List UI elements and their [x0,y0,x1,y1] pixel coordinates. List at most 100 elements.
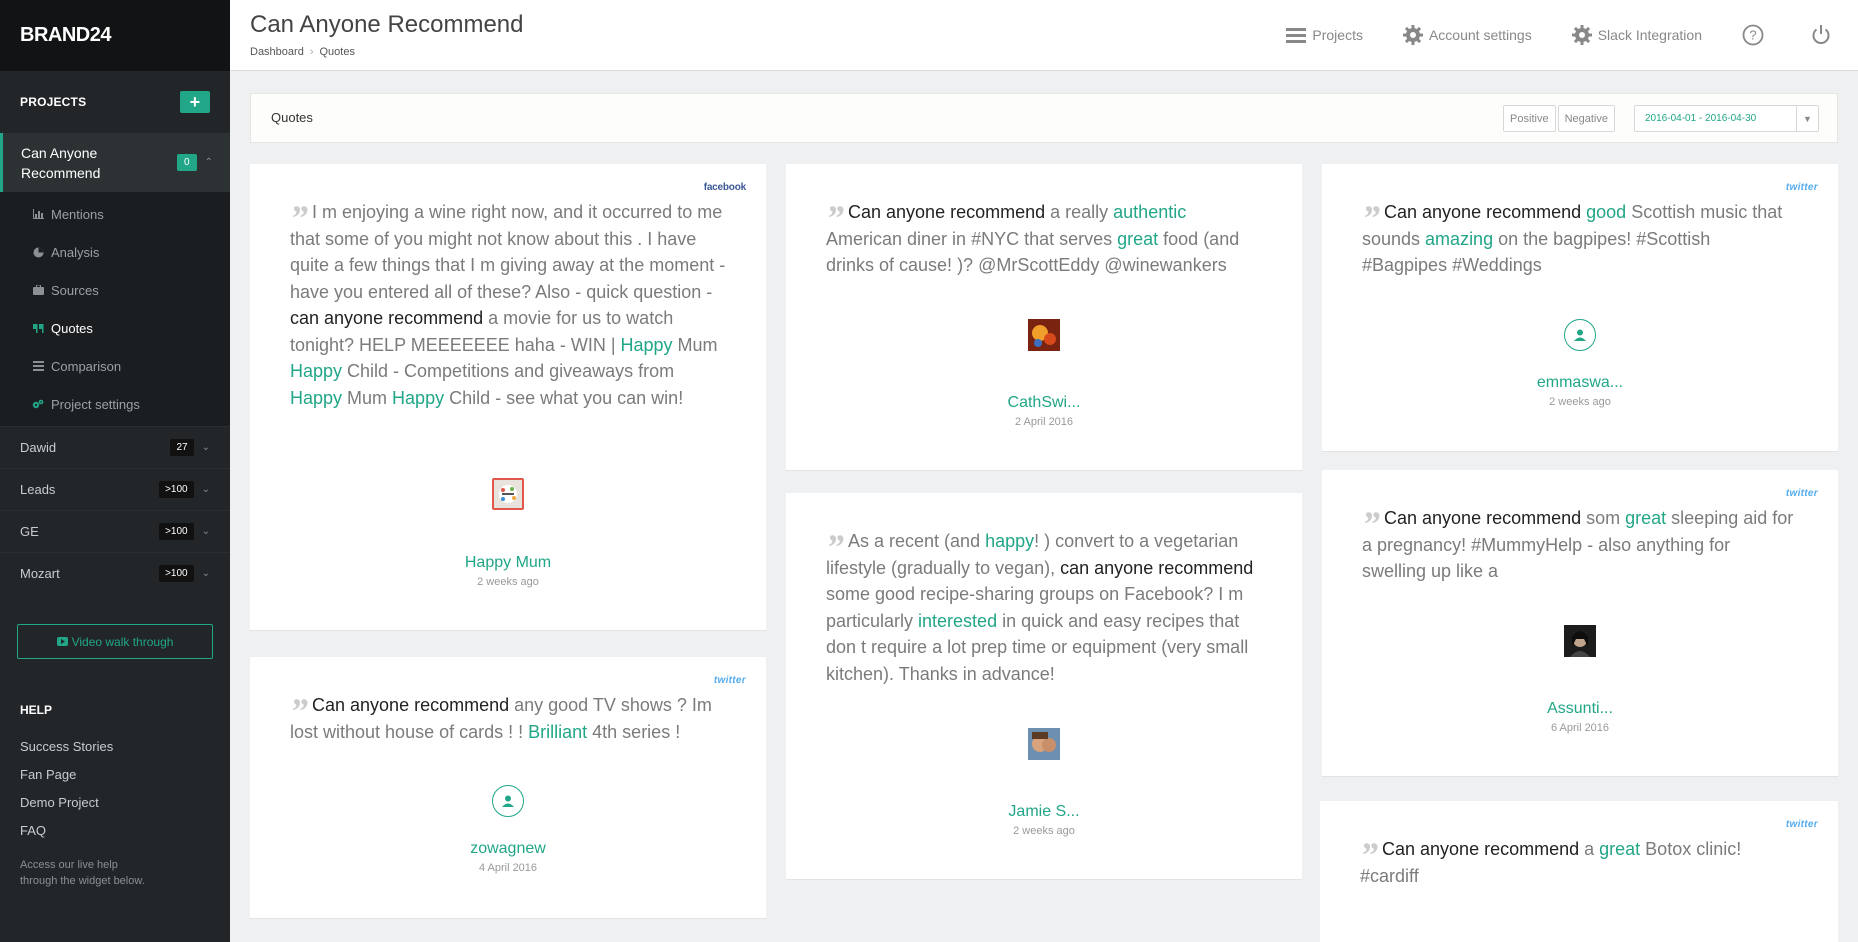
avatar[interactable] [1028,319,1060,351]
keyword-highlight: Can anyone recommend [1384,508,1582,528]
active-project-name: Can Anyone Recommend [21,144,101,181]
positive-filter-button[interactable]: Positive [1503,105,1556,132]
submenu-item-project-settings[interactable]: Project settings [0,385,230,423]
quote-fragment: Child - Competitions and giveaways from [342,361,675,381]
active-project-badge: 0 [177,154,197,171]
twitter-icon[interactable]: twitter [1786,488,1818,499]
sidebar-project-dawid[interactable]: Dawid 27 ⌄ [0,426,230,468]
video-label: Video walk through [71,634,174,649]
quote-author[interactable]: Assunti... [1322,700,1838,718]
help-link-fan-page[interactable]: Fan Page [20,761,210,789]
keyword-highlight: Can anyone recommend [1384,202,1582,222]
help-circle-icon: ? [1742,24,1764,46]
chevron-down-icon[interactable]: ⌄ [202,442,210,453]
submenu-item-sources[interactable]: Sources [0,271,230,309]
project-name: GE [20,524,39,539]
video-walkthrough-button[interactable]: Video walk through [17,624,213,659]
twitter-icon[interactable]: twitter [714,675,746,686]
breadcrumb-quotes[interactable]: Quotes [320,46,355,58]
submenu-item-analysis[interactable]: Analysis [0,233,230,271]
help-link-faq[interactable]: FAQ [20,817,210,845]
quote-fragment: Child - see what you can win! [444,387,684,408]
add-project-button[interactable]: + [180,91,210,113]
quote-author[interactable]: Happy Mum [250,554,766,572]
user-icon [1574,329,1586,341]
quote-card: ” Can anyone recommend a really authentic… [786,164,1302,471]
brand-logo[interactable]: BRAND24 [0,0,230,71]
logout-button[interactable] [1810,24,1838,46]
caret-down-icon[interactable]: ▼ [1796,106,1818,131]
quote-author[interactable]: Jamie S... [786,803,1302,821]
help-links: Success Stories Fan Page Demo Project FA… [0,717,230,845]
date-range-value: 2016-04-01 - 2016-04-30 [1645,113,1757,124]
submenu-item-comparison[interactable]: Comparison [0,347,230,385]
sidebar-project-active[interactable]: Can Anyone Recommend 0 ⌃ [0,133,230,192]
bar-chart-icon [31,208,45,220]
avatar[interactable] [1028,728,1060,760]
quote-fragment: som [1581,508,1626,528]
sentiment-word: happy [985,531,1035,551]
quote-fragment: I m enjoying a wine right now, and it oc… [290,202,726,302]
breadcrumb-dashboard[interactable]: Dashboard [250,46,304,58]
avatar[interactable] [1564,625,1596,657]
page-title: Can Anyone Recommend [250,11,524,38]
quote-card: twitter ” Can anyone recommend any good T… [250,657,766,919]
chevron-down-icon[interactable]: ⌄ [202,526,210,537]
quote-author[interactable]: emmaswa... [1322,374,1838,392]
chevron-down-icon[interactable]: ⌄ [202,484,210,495]
sidebar: BRAND24 PROJECTS + Can Anyone Recommend … [0,0,230,942]
date-range-select[interactable]: 2016-04-01 - 2016-04-30 ▼ [1634,105,1819,132]
facebook-icon[interactable]: facebook [704,182,747,193]
project-name: Dawid [20,440,57,455]
quote-fragment: Mum [672,334,718,355]
project-submenu: Mentions Analysis Sources Quotes Compari… [0,192,230,426]
quote-card: twitter ” Can anyone recommend good Scott… [1322,164,1838,452]
quote-date: 2 weeks ago [477,576,539,588]
keyword-highlight: Can anyone recommend [312,695,510,715]
submenu-item-mentions[interactable]: Mentions [0,195,230,233]
gear-icon [1571,25,1592,45]
breadcrumb-separator: › [309,46,314,58]
sentiment-word: Happy [290,387,343,408]
nav-slack-integration[interactable]: Slack Integration [1571,25,1702,45]
project-badge: >100 [159,565,194,582]
sentiment-word: amazing [1425,228,1494,249]
quote-text: ” As a recent (and happy! ) convert to a … [826,528,1262,687]
nav-account-settings[interactable]: Account settings [1402,25,1532,45]
filter-title: Quotes [271,110,313,125]
avatar[interactable] [1564,319,1596,351]
nav-slack-label: Slack Integration [1597,27,1702,43]
submenu-label: Quotes [51,320,93,336]
sentiment-word: great [1117,228,1159,249]
help-link-demo-project[interactable]: Demo Project [20,789,210,817]
avatar[interactable] [492,478,524,510]
nav-projects[interactable]: Projects [1286,27,1363,43]
quote-text: ” Can anyone recommend som great sleeping… [1362,505,1798,585]
twitter-icon[interactable]: twitter [1786,182,1818,193]
chevron-up-icon[interactable]: ⌃ [205,157,213,168]
sidebar-project-ge[interactable]: GE >100 ⌄ [0,510,230,552]
avatar[interactable] [492,785,524,817]
project-name: Mozart [20,566,60,581]
keyword-highlight: can anyone recommend [290,308,484,328]
power-icon [1812,25,1830,44]
chevron-down-icon[interactable]: ⌄ [202,568,210,579]
sentiment-word: Happy [620,334,673,355]
negative-filter-button[interactable]: Negative [1557,105,1615,132]
pie-chart-icon [31,246,45,258]
quote-card: twitter ” Can anyone recommend a great Bo… [1320,801,1838,942]
quote-icon [31,322,45,334]
twitter-icon[interactable]: twitter [1786,819,1818,830]
quote-card: twitter ” Can anyone recommend som great … [1322,470,1838,777]
submenu-item-quotes[interactable]: Quotes [0,309,230,347]
help-link-success-stories[interactable]: Success Stories [20,733,210,761]
quote-author[interactable]: zowagnew [250,840,766,858]
sidebar-project-leads[interactable]: Leads >100 ⌄ [0,468,230,510]
sidebar-project-mozart[interactable]: Mozart >100 ⌄ [0,552,230,594]
gear-icon [1402,25,1423,45]
quote-author[interactable]: CathSwi... [786,394,1302,412]
help-button[interactable]: ? [1742,24,1770,46]
project-badge: >100 [159,523,194,540]
quote-fragment: 4th series ! [587,721,681,742]
keyword-highlight: Can anyone recommend [848,202,1046,222]
